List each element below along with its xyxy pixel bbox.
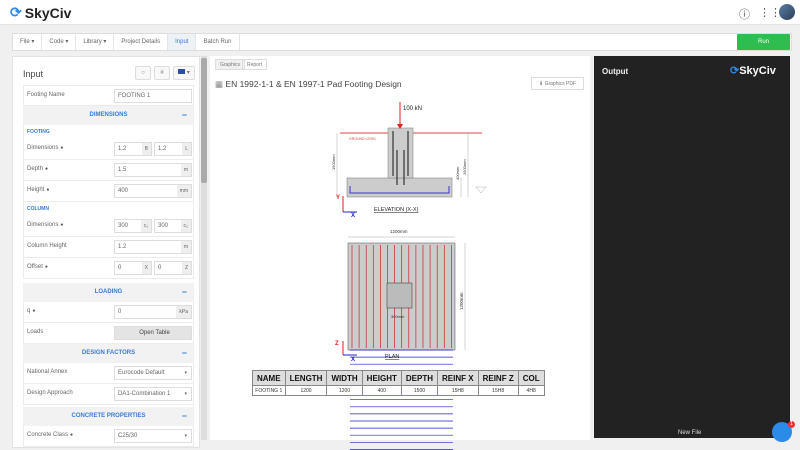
logo-text: SkyCiv	[739, 65, 776, 77]
column-section	[388, 128, 413, 178]
depth-dim-label-right: 1500mm	[462, 159, 467, 175]
cell: 15H8	[438, 386, 479, 396]
output-panel: Output ⟳SkyCiv	[594, 56, 790, 438]
axis-x-plan: X	[351, 357, 355, 363]
results-table: NAMELENGTHWIDTHHEIGHTDEPTHREINF XREINF Z…	[252, 370, 545, 396]
column-plan	[387, 283, 412, 308]
chat-badge: 1	[788, 421, 795, 428]
col-header: LENGTH	[285, 371, 327, 386]
cell: 4H8	[518, 386, 544, 396]
depth-dim-label: 1500mm	[331, 154, 336, 170]
cell: 15H8	[478, 386, 518, 396]
col-header: HEIGHT	[362, 371, 401, 386]
new-file-button[interactable]: New File	[678, 430, 701, 436]
table-row: FOOTING 112001200400150015H815H84H8	[253, 386, 545, 396]
plan-title: PLAN	[385, 354, 399, 360]
col-header: REINF Z	[478, 371, 518, 386]
cell: FOOTING 1	[253, 386, 286, 396]
plan-length-label: 1200mm	[459, 292, 464, 310]
plan-width-label: 1200mm	[390, 229, 408, 234]
col-header: REINF X	[438, 371, 479, 386]
col-header: NAME	[253, 371, 286, 386]
output-title: Output	[602, 67, 628, 76]
logo-icon: ⟳	[730, 65, 739, 77]
elevation-view: GROUND LEVEL 100 kN 1500mm 400mm 1500mm …	[331, 102, 486, 219]
axis-z: Z	[335, 341, 339, 347]
plan-view: 1200mm 1200mm 300mm Z X PLAN	[335, 229, 465, 449]
col-header: COL	[518, 371, 544, 386]
axis-y: Y	[336, 195, 340, 201]
axis-x: X	[351, 213, 355, 219]
footing-section	[347, 178, 452, 197]
ground-level-label: GROUND LEVEL	[349, 137, 376, 141]
load-label: 100 kN	[403, 106, 422, 112]
cell: 400	[362, 386, 401, 396]
cell: 1500	[401, 386, 437, 396]
output-logo: ⟳SkyCiv	[730, 64, 776, 77]
cell: 1200	[285, 386, 327, 396]
table-header-row: NAMELENGTHWIDTHHEIGHTDEPTHREINF XREINF Z…	[253, 371, 545, 386]
elevation-title: ELEVATION (X-X)	[374, 207, 419, 213]
col-header: DEPTH	[401, 371, 437, 386]
height-dim-label: 400mm	[455, 166, 460, 180]
column-dim-label: 300mm	[391, 314, 405, 319]
col-header: WIDTH	[327, 371, 362, 386]
cell: 1200	[327, 386, 362, 396]
